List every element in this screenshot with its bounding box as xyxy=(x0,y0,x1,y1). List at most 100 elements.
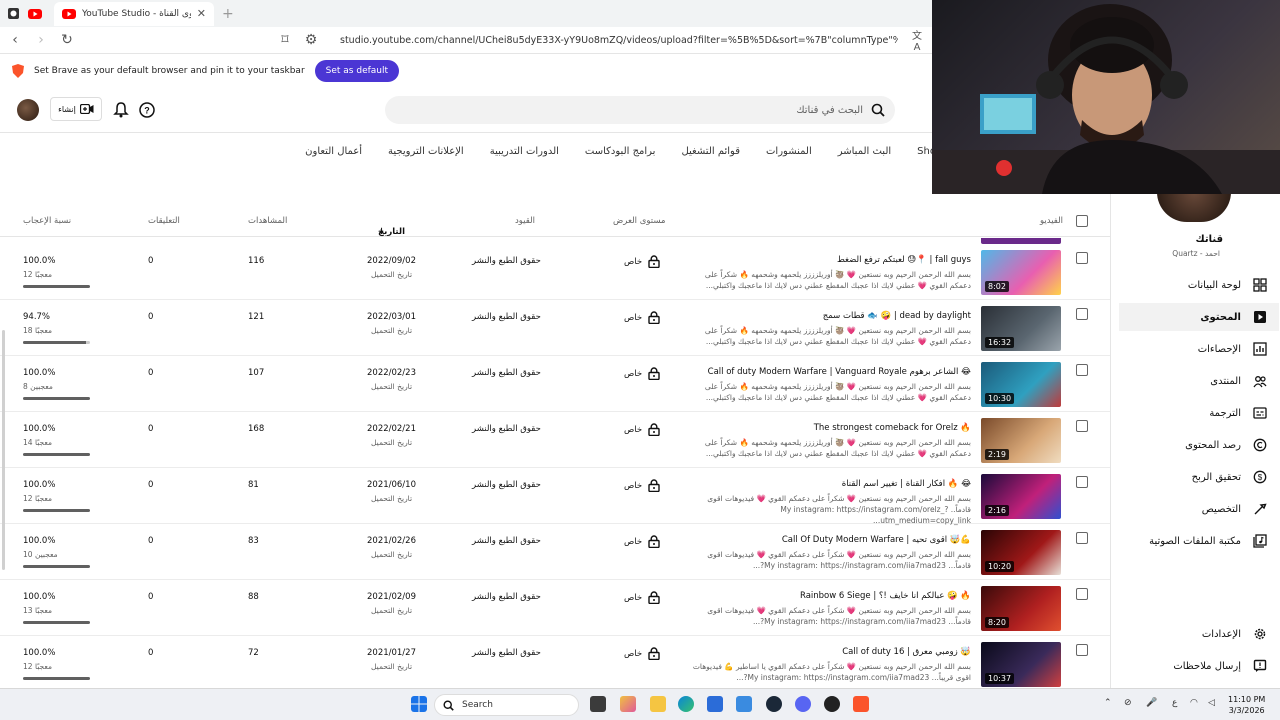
video-thumbnail[interactable]: 8:20 xyxy=(981,586,1061,631)
brave-taskbar-icon[interactable] xyxy=(853,696,869,712)
video-thumbnail[interactable]: 2:19 xyxy=(981,418,1061,463)
table-row[interactable]: 10:30 Call of duty Modern Warfare | Vang… xyxy=(0,356,1110,412)
video-title[interactable]: The strongest comeback for Orelz 🔥 xyxy=(814,423,971,433)
channel-search-bar[interactable]: البحث في قناتك xyxy=(385,96,895,124)
restrictions-cell[interactable]: حقوق الطبع والنشر xyxy=(472,368,541,378)
table-row[interactable]: 8:02 لعبتكم ترفع الضغط 😓📍 | fall guys بس… xyxy=(0,244,1110,300)
row-checkbox[interactable] xyxy=(1076,532,1088,544)
wifi-icon[interactable]: ◠ xyxy=(1190,698,1198,708)
file-explorer-icon[interactable] xyxy=(650,696,666,712)
column-likes[interactable]: نسبة الإعجاب xyxy=(23,216,71,226)
select-all-checkbox[interactable] xyxy=(1076,215,1088,227)
tab-collaborations[interactable]: أعمال التعاون xyxy=(305,146,362,170)
edge-icon[interactable] xyxy=(678,696,694,712)
tab-live[interactable]: البث المباشر xyxy=(838,146,891,170)
tab-podcasts[interactable]: برامج البودكاست xyxy=(585,146,656,170)
table-row[interactable]: 16:32 قطات سمج 🐟 🤪 | dead by daylight بس… xyxy=(0,300,1110,356)
visibility-cell[interactable]: خاص xyxy=(624,255,660,268)
restrictions-cell[interactable]: حقوق الطبع والنشر xyxy=(472,536,541,546)
tab-playlists[interactable]: قوائم التشغيل xyxy=(681,146,740,170)
row-checkbox[interactable] xyxy=(1076,308,1088,320)
create-button[interactable]: إنشاء xyxy=(50,97,102,121)
video-title[interactable]: Call of duty Modern Warfare | Vanguard R… xyxy=(708,367,971,377)
row-checkbox[interactable] xyxy=(1076,364,1088,376)
sidebar-item-settings[interactable]: الإعدادات xyxy=(1119,620,1279,648)
keyboard-language[interactable]: ع xyxy=(1172,698,1177,708)
visibility-cell[interactable]: خاص xyxy=(624,591,660,604)
account-avatar[interactable] xyxy=(17,99,39,121)
visibility-cell[interactable]: خاص xyxy=(624,479,660,492)
restrictions-cell[interactable]: حقوق الطبع والنشر xyxy=(472,256,541,266)
widgets-icon[interactable] xyxy=(620,696,636,712)
bookmark-icon[interactable]: ⌑ xyxy=(278,32,292,48)
store-icon[interactable] xyxy=(707,696,723,712)
video-title[interactable]: Rainbow 6 Siege | عبالكم انا خايف !؟ 🤪 🔥 xyxy=(800,591,971,601)
sidebar-item-subtitles[interactable]: الترجمة xyxy=(1119,399,1279,427)
sidebar-item-customization[interactable]: التخصيص xyxy=(1119,495,1279,523)
row-checkbox[interactable] xyxy=(1076,476,1088,488)
taskbar-clock[interactable]: 11:10 PM 3/3/2026 xyxy=(1228,694,1265,716)
network-icon[interactable]: ⊘ xyxy=(1124,698,1132,708)
table-row[interactable]: 8:20 Rainbow 6 Siege | عبالكم انا خايف !… xyxy=(0,580,1110,636)
set-as-default-button[interactable]: Set as default xyxy=(314,60,400,82)
taskbar-search[interactable]: Search xyxy=(434,694,579,716)
sidebar-item-community[interactable]: المنتدى xyxy=(1119,367,1279,395)
url-field[interactable]: studio.youtube.com/channel/UChei8u5dyE33… xyxy=(330,35,898,46)
sidebar-item-feedback[interactable]: إرسال ملاحظات xyxy=(1119,652,1279,680)
visibility-cell[interactable]: خاص xyxy=(624,367,660,380)
video-title[interactable]: Call Of Duty Modern Warfare | اقوى تحيه … xyxy=(782,535,971,545)
brave-menu-icon[interactable] xyxy=(4,5,22,23)
youtube-pinned-tab-icon[interactable] xyxy=(26,5,44,23)
video-title[interactable]: افكار القناة | تغيير اسم القناة 🔥 😂 xyxy=(842,479,971,489)
restrictions-cell[interactable]: حقوق الطبع والنشر xyxy=(472,480,541,490)
site-info-icon[interactable]: ⚙ xyxy=(304,32,318,48)
visibility-cell[interactable]: خاص xyxy=(624,647,660,660)
video-title[interactable]: Call of duty 16 | زومبي معرق 🤯 xyxy=(842,647,971,657)
video-title[interactable]: لعبتكم ترفع الضغط 😓📍 | fall guys xyxy=(837,255,971,265)
sidebar-item-copyright[interactable]: رصد المحتوى xyxy=(1119,431,1279,459)
visibility-cell[interactable]: خاص xyxy=(624,535,660,548)
visibility-cell[interactable]: خاص xyxy=(624,423,660,436)
tab-courses[interactable]: الدورات التدريبية xyxy=(490,146,559,170)
new-tab-icon[interactable]: + xyxy=(222,6,234,22)
restrictions-cell[interactable]: حقوق الطبع والنشر xyxy=(472,592,541,602)
sidebar-item-analytics[interactable]: الإحصاءات xyxy=(1119,335,1279,363)
windows-start-icon[interactable] xyxy=(411,696,427,712)
video-thumbnail[interactable]: 10:20 xyxy=(981,530,1061,575)
column-visibility[interactable]: مستوى العرض xyxy=(613,216,665,226)
column-restrictions[interactable]: القيود xyxy=(515,216,535,226)
sidebar-item-monetization[interactable]: تحقيق الربح $ xyxy=(1119,463,1279,491)
restrictions-cell[interactable]: حقوق الطبع والنشر xyxy=(472,648,541,658)
reload-icon[interactable]: ↻ xyxy=(60,32,74,48)
back-icon[interactable]: ‹ xyxy=(8,32,22,48)
steam-icon[interactable] xyxy=(766,696,782,712)
column-comments[interactable]: التعليقات xyxy=(148,216,180,226)
volume-icon[interactable]: ◁ xyxy=(1208,698,1215,708)
row-checkbox[interactable] xyxy=(1076,588,1088,600)
video-thumbnail[interactable]: 10:37 xyxy=(981,642,1061,687)
table-row[interactable]: 2:16 افكار القناة | تغيير اسم القناة 🔥 😂… xyxy=(0,468,1110,525)
sidebar-item-dashboard[interactable]: لوحة البيانات xyxy=(1119,271,1279,299)
row-checkbox[interactable] xyxy=(1076,252,1088,264)
task-view-icon[interactable] xyxy=(590,696,606,712)
translate-icon[interactable]: 文A xyxy=(910,27,924,53)
tab-promotions[interactable]: الإعلانات الترويجية xyxy=(388,146,464,170)
close-tab-icon[interactable]: ✕ xyxy=(197,7,206,20)
table-row[interactable]: 10:20 Call Of Duty Modern Warfare | اقوى… xyxy=(0,524,1110,580)
scrollbar[interactable] xyxy=(2,330,5,570)
row-checkbox[interactable] xyxy=(1076,644,1088,656)
discord-icon[interactable] xyxy=(795,696,811,712)
sidebar-item-content[interactable]: المحتوى xyxy=(1119,303,1279,331)
restrictions-cell[interactable]: حقوق الطبع والنشر xyxy=(472,312,541,322)
restrictions-cell[interactable]: حقوق الطبع والنشر xyxy=(472,424,541,434)
help-icon[interactable]: ? xyxy=(138,101,156,119)
table-row[interactable]: 10:37 Call of duty 16 | زومبي معرق 🤯 بسم… xyxy=(0,636,1110,688)
video-thumbnail[interactable]: 8:02 xyxy=(981,250,1061,295)
video-title[interactable]: قطات سمج 🐟 🤪 | dead by daylight xyxy=(823,311,971,321)
tab-posts[interactable]: المنشورات xyxy=(766,146,812,170)
tray-overflow-icon[interactable]: ⌃ xyxy=(1104,698,1112,708)
active-tab[interactable]: YouTube Studio - محتوى القناة ✕ xyxy=(54,1,214,26)
channel-avatar[interactable] xyxy=(1157,192,1231,222)
obs-icon[interactable] xyxy=(824,696,840,712)
sidebar-item-audio-library[interactable]: مكتبة الملفات الصوتية xyxy=(1119,527,1279,555)
